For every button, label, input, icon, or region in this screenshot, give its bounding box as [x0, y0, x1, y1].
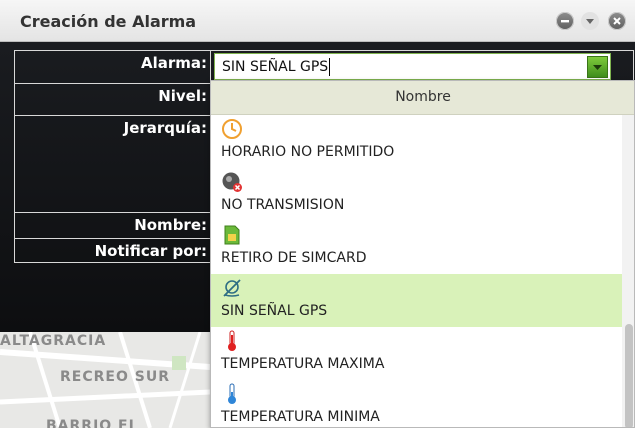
- dropdown-toggle-button[interactable]: [587, 56, 608, 78]
- option-label: TEMPERATURA MAXIMA: [221, 356, 385, 372]
- window-titlebar: Creación de Alarma: [0, 0, 635, 42]
- option-temperatura-maxima[interactable]: TEMPERATURA MAXIMA: [211, 327, 622, 380]
- row-nivel: Nivel:: [15, 84, 211, 116]
- option-label: TEMPERATURA MINIMA: [221, 409, 380, 425]
- option-label: RETIRO DE SIMCARD: [221, 250, 367, 266]
- option-temperatura-minima[interactable]: TEMPERATURA MINIMA: [211, 380, 622, 427]
- label-jerarquia: Jerarquía:: [123, 119, 207, 137]
- row-nombre: Nombre:: [15, 213, 211, 239]
- label-alarma: Alarma:: [140, 54, 207, 72]
- thermometer-hot-icon: [228, 330, 236, 351]
- row-alarma: Alarma:: [15, 51, 211, 84]
- scrollbar-thumb[interactable]: [625, 324, 633, 427]
- map-label-recreo-sur: RECREO SUR: [60, 369, 170, 385]
- minimize-icon[interactable]: [556, 12, 574, 30]
- alarma-combobox[interactable]: SIN SEÑAL GPS: [214, 53, 611, 80]
- simcard-icon: [224, 225, 240, 245]
- map-label-barrio: BARRIO EL: [46, 418, 139, 428]
- option-sin-senal-gps[interactable]: SIN SEÑAL GPS: [211, 274, 622, 327]
- option-horario-no-permitido[interactable]: HORARIO NO PERMITIDO: [211, 115, 622, 168]
- row-notificar: Notificar por:: [15, 239, 211, 264]
- menu-icon[interactable]: [581, 12, 599, 30]
- alarma-dropdown-list[interactable]: Nombre HORARIO NO PERMITIDO NO TRANSMISI…: [210, 80, 635, 428]
- window-title: Creación de Alarma: [20, 12, 197, 31]
- text-cursor: [329, 58, 330, 76]
- option-retiro-de-simcard[interactable]: RETIRO DE SIMCARD: [211, 221, 622, 274]
- map-label-altagracia: ALTAGRACIA: [0, 333, 107, 349]
- label-notificar: Notificar por:: [94, 242, 207, 260]
- close-icon[interactable]: [608, 12, 626, 30]
- option-label: SIN SEÑAL GPS: [221, 303, 328, 319]
- option-no-transmision[interactable]: NO TRANSMISION: [211, 168, 622, 221]
- clock-icon: [222, 119, 242, 139]
- label-nivel: Nivel:: [158, 87, 207, 105]
- option-label: NO TRANSMISION: [221, 197, 345, 213]
- gps-off-icon: [223, 279, 241, 297]
- option-label: HORARIO NO PERMITIDO: [221, 144, 395, 160]
- chevron-down-icon: [593, 65, 602, 70]
- dropdown-header-label: Nombre: [395, 89, 451, 105]
- form-labels: Alarma: Nivel: Jerarquía: Nombre: Notifi…: [14, 50, 211, 264]
- alarma-value[interactable]: SIN SEÑAL GPS: [222, 59, 328, 75]
- dropdown-column-header: Nombre: [211, 81, 634, 115]
- thermometer-cold-icon: [228, 383, 236, 404]
- dropdown-scrollbar[interactable]: [622, 115, 634, 427]
- row-jerarquia: Jerarquía:: [15, 116, 211, 213]
- no-signal-icon: [222, 172, 242, 192]
- label-nombre: Nombre:: [134, 216, 207, 234]
